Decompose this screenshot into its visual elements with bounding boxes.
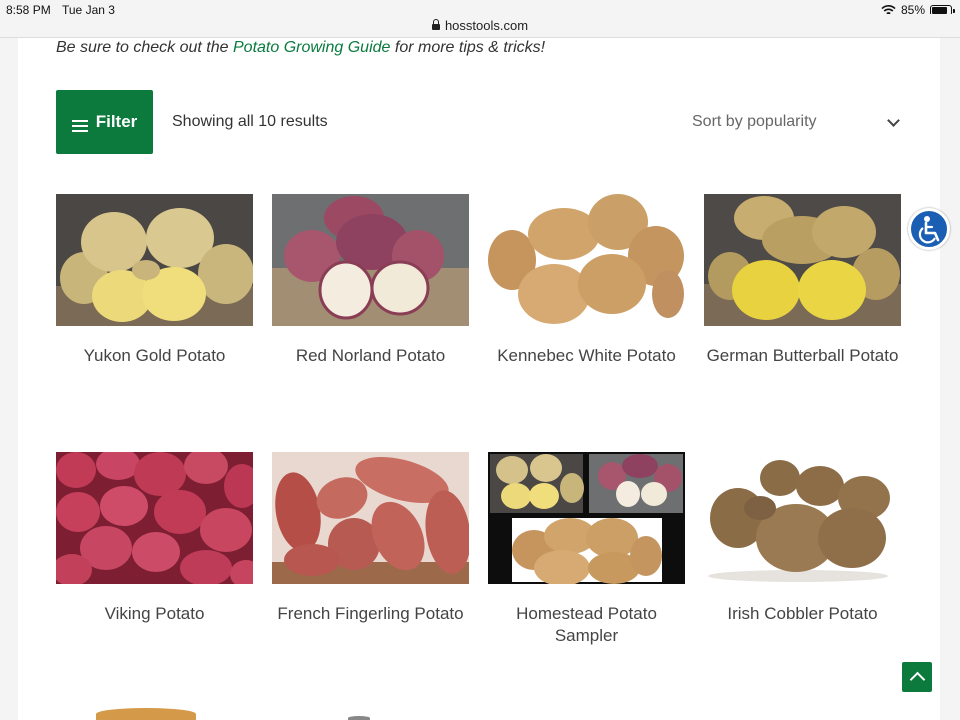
- product-image[interactable]: [56, 194, 254, 326]
- address-bar[interactable]: hosstools.com: [0, 14, 960, 38]
- product-card[interactable]: Homestead Potato Sampler: [488, 452, 685, 647]
- product-card[interactable]: Viking Potato: [52, 448, 262, 625]
- product-name[interactable]: Red Norland Potato: [272, 345, 469, 367]
- product-image[interactable]: [272, 452, 471, 584]
- product-image-partial[interactable]: [348, 716, 370, 720]
- product-card[interactable]: French Fingerling Potato: [272, 452, 471, 625]
- product-name[interactable]: Kennebec White Potato: [488, 345, 685, 367]
- hamburger-icon: [71, 120, 88, 132]
- product-card[interactable]: Yukon Gold Potato: [56, 194, 254, 367]
- product-name[interactable]: French Fingerling Potato: [272, 603, 469, 625]
- product-name[interactable]: Homestead Potato Sampler: [488, 603, 685, 647]
- product-image[interactable]: [704, 194, 901, 326]
- wheelchair-icon: [918, 216, 940, 244]
- product-image[interactable]: [704, 452, 901, 584]
- product-image[interactable]: [488, 194, 685, 326]
- product-name[interactable]: Irish Cobbler Potato: [704, 603, 901, 625]
- tips-text: Be sure to check out the Potato Growing …: [56, 39, 546, 56]
- product-image[interactable]: [52, 448, 262, 588]
- potato-guide-link[interactable]: Potato Growing Guide: [233, 39, 390, 56]
- product-name[interactable]: German Butterball Potato: [704, 345, 901, 367]
- accessibility-button[interactable]: [908, 208, 950, 250]
- shop-page: Be sure to check out the Potato Growing …: [18, 38, 940, 720]
- product-name[interactable]: Yukon Gold Potato: [56, 345, 253, 367]
- product-image[interactable]: [488, 452, 685, 586]
- scroll-to-top-button[interactable]: [902, 662, 932, 692]
- sort-label: Sort by popularity: [692, 113, 817, 130]
- product-card[interactable]: German Butterball Potato: [704, 194, 901, 367]
- product-image-partial[interactable]: [96, 708, 196, 720]
- filter-button[interactable]: Filter: [56, 90, 153, 154]
- lock-icon: [431, 19, 440, 30]
- product-name[interactable]: Viking Potato: [56, 603, 253, 625]
- product-image[interactable]: [272, 194, 469, 326]
- sort-select[interactable]: Sort by popularity: [692, 113, 902, 131]
- filter-label: Filter: [95, 112, 138, 131]
- url-text: hosstools.com: [444, 18, 529, 33]
- product-card[interactable]: Red Norland Potato: [272, 194, 469, 367]
- product-card[interactable]: Irish Cobbler Potato: [704, 452, 901, 625]
- results-count: Showing all 10 results: [172, 113, 328, 130]
- chevron-down-icon: [887, 114, 900, 127]
- product-card[interactable]: Kennebec White Potato: [488, 194, 685, 367]
